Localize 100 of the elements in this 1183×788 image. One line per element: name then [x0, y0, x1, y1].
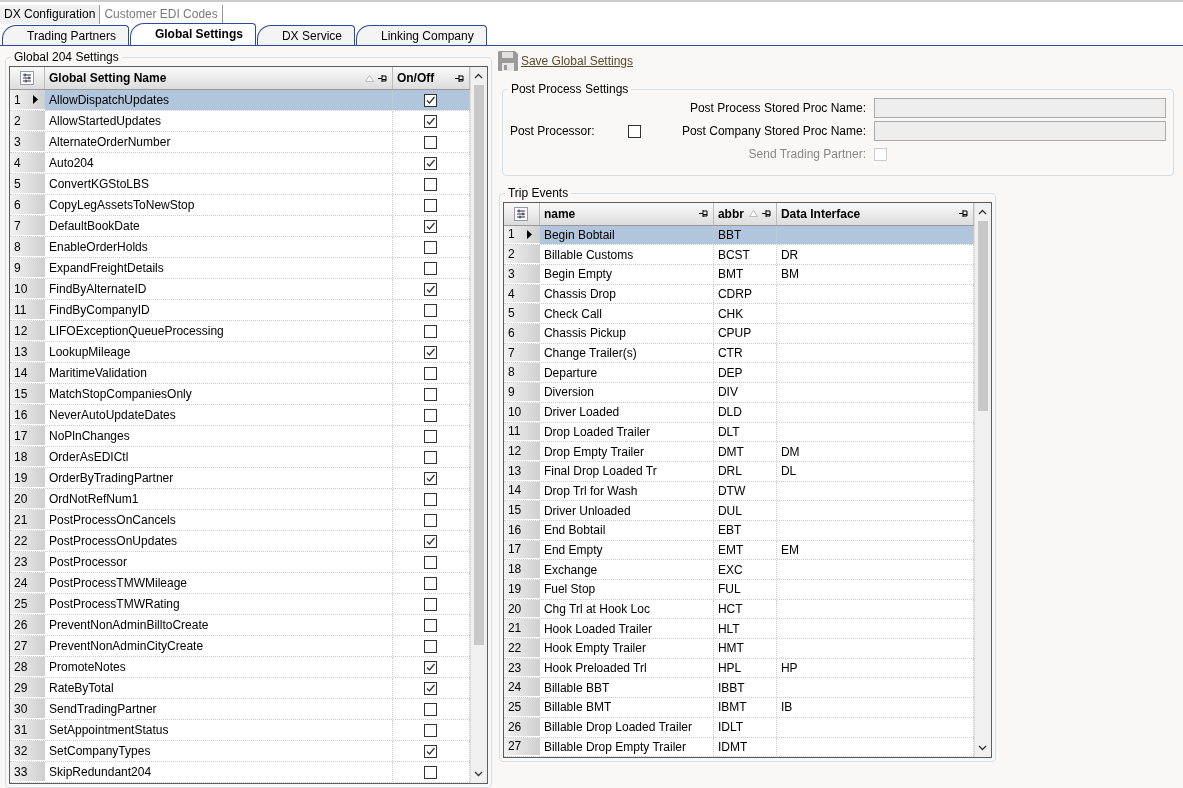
table-row[interactable]: 1 AllowDispatchUpdates: [10, 90, 470, 111]
checkbox[interactable]: [424, 639, 438, 653]
table-row[interactable]: 5 ConvertKGStoLBS: [10, 174, 470, 195]
checkbox[interactable]: [424, 471, 438, 485]
table-row[interactable]: 21 Hook Loaded Trailer HLT: [503, 619, 974, 640]
checkbox[interactable]: [424, 681, 438, 695]
row-header[interactable]: 14: [10, 363, 45, 383]
row-header[interactable]: 20: [503, 599, 540, 619]
checkbox[interactable]: [424, 744, 438, 758]
table-row[interactable]: 2 AllowStartedUpdates: [10, 111, 470, 132]
table-row[interactable]: 6 CopyLegAssetsToNewStop: [10, 195, 470, 216]
row-header[interactable]: 23: [10, 552, 45, 572]
table-row[interactable]: 8 Departure DEP: [503, 363, 974, 384]
table-row[interactable]: 29 RateByTotal: [10, 678, 470, 699]
table-row[interactable]: 20 OrdNotRefNum1: [10, 489, 470, 510]
checkbox[interactable]: [424, 261, 438, 275]
row-header[interactable]: 15: [10, 384, 45, 404]
tab[interactable]: Global Settings: [129, 23, 256, 45]
checkbox[interactable]: [424, 324, 438, 338]
pin-icon[interactable]: [377, 73, 388, 83]
column-header[interactable]: Data Interface: [776, 203, 974, 225]
pin-icon[interactable]: [958, 209, 969, 219]
table-row[interactable]: 27 Billable Drop Empty Trailer IDMT: [503, 737, 974, 757]
row-header[interactable]: 31: [10, 720, 45, 740]
row-header[interactable]: 27: [10, 636, 45, 656]
row-header[interactable]: 21: [10, 510, 45, 530]
row-header[interactable]: 18: [10, 447, 45, 467]
checkbox[interactable]: [424, 198, 438, 212]
checkbox[interactable]: [424, 660, 438, 674]
table-row[interactable]: 11 FindByCompanyID: [10, 300, 470, 321]
row-header[interactable]: 8: [503, 363, 540, 383]
row-header[interactable]: 17: [503, 540, 540, 560]
table-row[interactable]: 24 Billable BBT IBBT: [503, 678, 974, 699]
table-row[interactable]: 3 AlternateOrderNumber: [10, 132, 470, 153]
row-header[interactable]: 20: [10, 489, 45, 509]
table-row[interactable]: 17 End Empty EMT EM: [503, 540, 974, 561]
pin-icon[interactable]: [698, 209, 709, 219]
checkbox[interactable]: [424, 366, 438, 380]
row-header[interactable]: 15: [503, 501, 540, 520]
row-header[interactable]: 3: [503, 265, 540, 284]
checkbox[interactable]: [424, 429, 438, 443]
row-header[interactable]: 18: [503, 560, 540, 579]
table-row[interactable]: 8 EnableOrderHolds: [10, 237, 470, 258]
scrollbar-thumb[interactable]: [977, 221, 988, 411]
table-row[interactable]: 26 PreventNonAdminBilltoCreate: [10, 615, 470, 636]
row-header[interactable]: 26: [10, 615, 45, 635]
table-row[interactable]: 28 PromoteNotes: [10, 657, 470, 678]
table-row[interactable]: 10 Driver Loaded DLD: [503, 402, 974, 423]
row-header[interactable]: 16: [10, 405, 45, 425]
checkbox[interactable]: [424, 387, 438, 401]
table-row[interactable]: 6 Chassis Pickup CPUP: [503, 324, 974, 344]
checkbox[interactable]: [424, 450, 438, 464]
table-row[interactable]: 14 Drop Trl for Wash DTW: [503, 481, 974, 502]
save-link[interactable]: Save Global Settings: [496, 50, 1178, 72]
checkbox[interactable]: [424, 765, 438, 779]
table-row[interactable]: 1 Begin Bobtail BBT: [503, 225, 974, 246]
row-header[interactable]: 17: [10, 426, 45, 446]
checkbox[interactable]: [424, 702, 438, 716]
checkbox[interactable]: [424, 219, 438, 233]
row-header[interactable]: 13: [10, 342, 45, 362]
row-header[interactable]: 25: [503, 698, 540, 717]
checkbox[interactable]: [424, 597, 438, 611]
row-header[interactable]: 30: [10, 699, 45, 719]
table-row[interactable]: 12 Drop Empty Trailer DMT DM: [503, 442, 974, 462]
row-header[interactable]: 9: [503, 383, 540, 402]
checkbox[interactable]: [627, 124, 641, 138]
row-header[interactable]: 32: [10, 741, 45, 761]
row-header[interactable]: 2: [503, 245, 540, 264]
scrollbar[interactable]: [469, 67, 487, 783]
scroll-down-icon[interactable]: [978, 745, 988, 751]
table-row[interactable]: 24 PostProcessTMWMileage: [10, 573, 470, 594]
row-header[interactable]: 13: [503, 461, 540, 481]
row-header[interactable]: 7: [503, 343, 540, 363]
checkbox[interactable]: [424, 534, 438, 548]
table-row[interactable]: 10 FindByAlternateID: [10, 279, 470, 300]
table-row[interactable]: 15 Driver Unloaded DUL: [503, 501, 974, 521]
row-header[interactable]: 9: [10, 258, 45, 278]
checkbox[interactable]: [424, 345, 438, 359]
row-header[interactable]: 2: [10, 111, 45, 131]
row-header[interactable]: 7: [10, 216, 45, 236]
scroll-up-icon[interactable]: [978, 209, 988, 215]
row-header[interactable]: 19: [503, 580, 540, 599]
row-header[interactable]: 33: [10, 762, 45, 782]
checkbox[interactable]: [424, 723, 438, 737]
column-chooser-icon[interactable]: [514, 206, 529, 221]
table-row[interactable]: 21 PostProcessOnCancels: [10, 510, 470, 531]
table-row[interactable]: 13 Final Drop Loaded Tr DRL DL: [503, 461, 974, 482]
scrollbar-thumb[interactable]: [473, 85, 484, 645]
table-row[interactable]: 32 SetCompanyTypes: [10, 741, 470, 762]
table-row[interactable]: 30 SendTradingPartner: [10, 699, 470, 720]
row-header[interactable]: 24: [503, 678, 540, 698]
checkbox[interactable]: [424, 135, 438, 149]
row-header[interactable]: 24: [10, 573, 45, 593]
row-header[interactable]: 1: [10, 90, 45, 110]
table-row[interactable]: 27 PreventNonAdminCityCreate: [10, 636, 470, 657]
checkbox[interactable]: [424, 240, 438, 254]
row-header[interactable]: 5: [503, 304, 540, 324]
row-header[interactable]: 23: [503, 658, 540, 678]
table-row[interactable]: 23 Hook Preloaded Trl HPL HP: [503, 658, 974, 679]
row-header[interactable]: 27: [503, 737, 540, 757]
